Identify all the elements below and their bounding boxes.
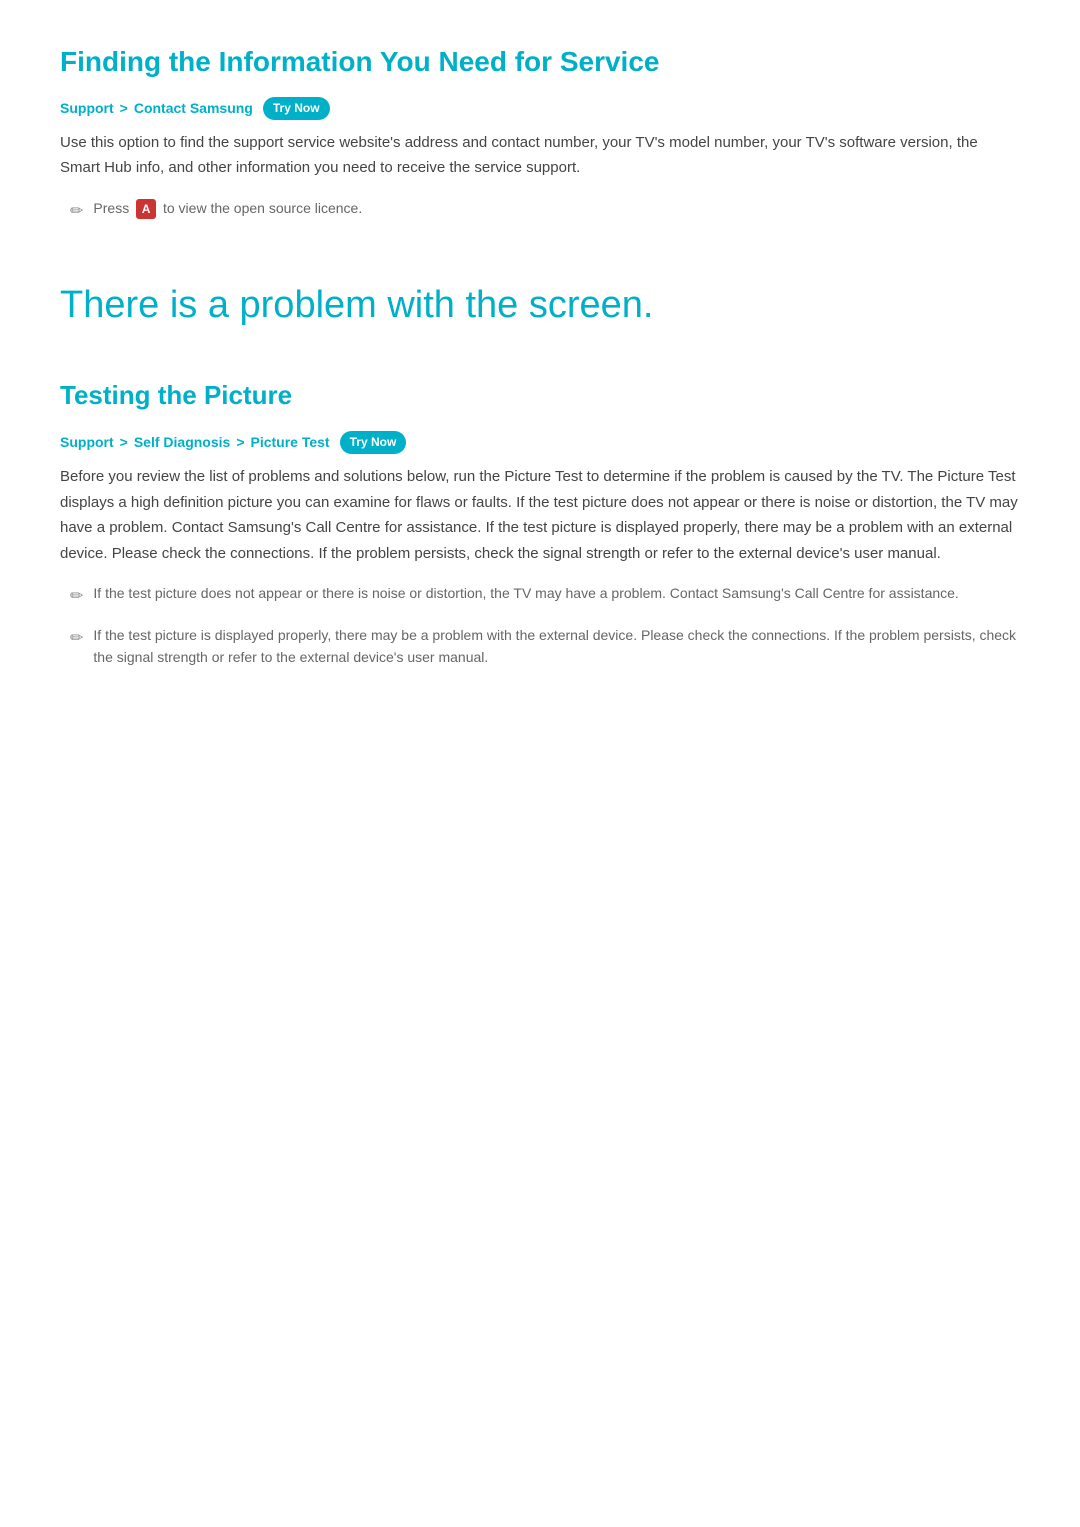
subsection-title: Testing the Picture — [60, 375, 1020, 417]
section1-note: ✏ Press A to view the open source licenc… — [60, 197, 1020, 225]
section2-title: There is a problem with the screen. — [60, 275, 1020, 336]
try-now-badge-1[interactable]: Try Now — [263, 97, 330, 120]
section1-note-text: Press A to view the open source licence. — [93, 197, 362, 219]
section1-title: Finding the Information You Need for Ser… — [60, 40, 1020, 85]
breadcrumb-separator3: > — [236, 431, 244, 453]
breadcrumb-separator1: > — [120, 97, 128, 119]
breadcrumb-support-link-2[interactable]: Support — [60, 431, 114, 453]
note-item-1: ✏ If the test picture does not appear or… — [60, 582, 1020, 610]
try-now-badge-2[interactable]: Try Now — [340, 431, 407, 454]
note-item-2: ✏ If the test picture is displayed prope… — [60, 624, 1020, 669]
subsection-body: Before you review the list of problems a… — [60, 464, 1020, 566]
breadcrumb-support: Support > Contact Samsung Try Now — [60, 97, 1020, 120]
section-screen-problem: There is a problem with the screen. Test… — [60, 275, 1020, 669]
breadcrumb-self-diagnosis-link[interactable]: Self Diagnosis — [134, 431, 230, 453]
subsection-testing-picture: Testing the Picture Support > Self Diagn… — [60, 375, 1020, 668]
breadcrumb-contact-samsung-link[interactable]: Contact Samsung — [134, 97, 253, 119]
key-a-badge: A — [136, 199, 156, 219]
breadcrumb-picture-test-link[interactable]: Picture Test — [251, 431, 330, 453]
note-text-1: If the test picture does not appear or t… — [93, 582, 958, 604]
section-finding-info: Finding the Information You Need for Ser… — [60, 40, 1020, 225]
pencil-icon-3: ✏ — [70, 626, 83, 652]
breadcrumb-separator2: > — [120, 431, 128, 453]
note-text-2: If the test picture is displayed properl… — [93, 624, 1020, 669]
pencil-icon-2: ✏ — [70, 584, 83, 610]
section1-body: Use this option to find the support serv… — [60, 130, 1020, 181]
pencil-icon-1: ✏ — [70, 199, 83, 225]
breadcrumb-support-link[interactable]: Support — [60, 97, 114, 119]
breadcrumb-picture-test: Support > Self Diagnosis > Picture Test … — [60, 431, 1020, 454]
